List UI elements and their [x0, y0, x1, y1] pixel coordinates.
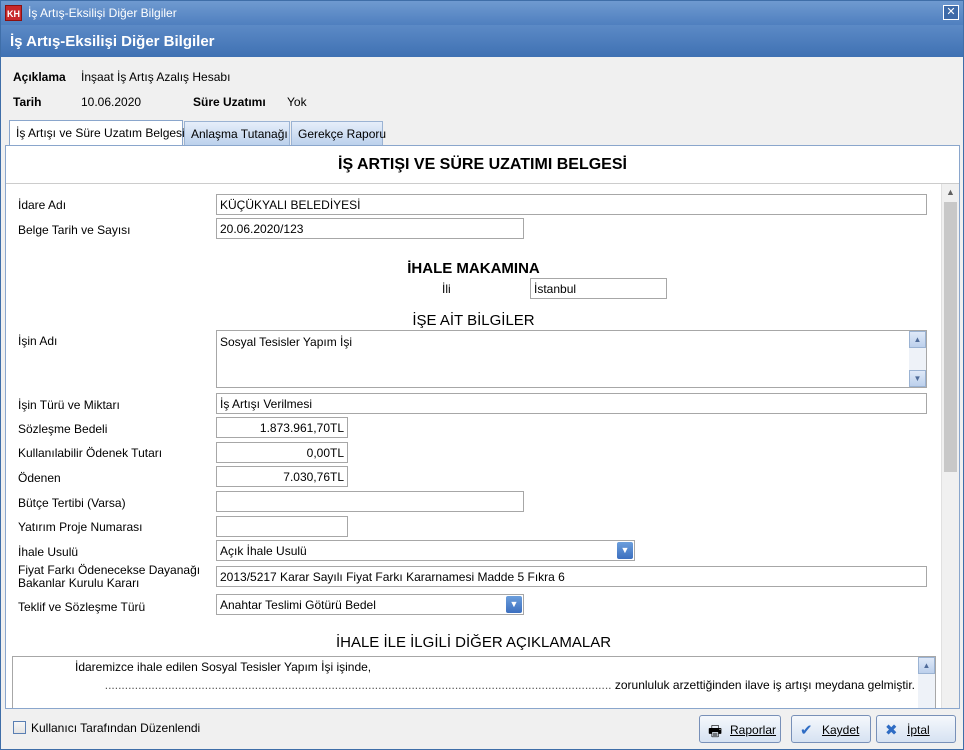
fiyat-farki-input[interactable]: 2013/5217 Karar Sayılı Fiyat Farkı Karar… [216, 566, 927, 587]
tarih-label: Tarih [13, 95, 42, 109]
diger-aciklamalar-textarea[interactable]: İdaremizce ihale edilen Sosyal Tesisler … [12, 656, 936, 708]
title-bar: KH İş Artış-Eksilişi Diğer Bilgiler ✕ [1, 1, 963, 25]
idare-adi-label: İdare Adı [18, 198, 67, 212]
form-scrollbar[interactable]: ▲ [941, 184, 959, 708]
diger-aciklamalar-heading: İHALE İLE İLGİLİ DİĞER AÇIKLAMALAR [335, 634, 612, 651]
chevron-down-icon[interactable]: ▼ [506, 596, 522, 613]
odenek-label: Kullanılabilir Ödenek Tutarı [18, 446, 163, 460]
edited-checkbox[interactable] [13, 721, 26, 734]
raporlar-button[interactable]: 🖶 Raporlar [699, 715, 781, 743]
tarih-value: 10.06.2020 [81, 95, 142, 109]
ihale-usulu-value: Açık İhale Usulü [220, 544, 307, 558]
scroll-down-icon[interactable]: ▼ [909, 370, 926, 387]
scroll-up-icon[interactable]: ▲ [918, 657, 935, 674]
isin-turu-label: İşin Türü ve Miktarı [18, 398, 120, 412]
chevron-down-icon[interactable]: ▼ [617, 542, 633, 559]
kaydet-label: Kaydet [822, 723, 860, 737]
fiyat-farki-label: Fiyat Farkı Ödenecekse Dayanağı Bakanlar… [18, 564, 200, 590]
sure-uzatimi-value: Yok [287, 95, 307, 109]
form-scroll-area: İdare Adı KÜÇÜKYALI BELEDİYESİ Belge Tar… [6, 184, 941, 708]
teklif-label: Teklif ve Sözleşme Türü [18, 600, 146, 614]
isin-adi-text: Sosyal Tesisler Yapım İşi [220, 335, 353, 349]
raporlar-label: Raporlar [730, 723, 777, 737]
odenen-label: Ödenen [18, 471, 61, 485]
tab-gerekce-raporu[interactable]: Gerekçe Raporu [291, 121, 386, 145]
idare-adi-input[interactable]: KÜÇÜKYALI BELEDİYESİ [216, 194, 927, 215]
ili-input[interactable]: İstanbul [530, 278, 667, 299]
aciklama-label: Açıklama [13, 70, 66, 84]
belge-input[interactable]: 20.06.2020/123 [216, 218, 524, 239]
diger-scrollbar[interactable]: ▲ [918, 657, 935, 708]
printer-icon: 🖶 [708, 723, 723, 740]
page-title: İş Artış-Eksilişi Diğer Bilgiler [1, 25, 963, 57]
ise-ait-heading: İŞE AİT BİLGİLER [412, 312, 535, 329]
odenek-input[interactable]: 0,00TL [216, 442, 348, 463]
diger-line-2-row: ........................................… [19, 678, 915, 692]
butce-input[interactable] [216, 491, 524, 512]
form-title: İŞ ARTIŞI VE SÜRE UZATIMI BELGESİ [6, 146, 959, 184]
edited-checkbox-label: Kullanıcı Tarafından Düzenlendi [31, 721, 201, 735]
scroll-thumb[interactable] [944, 202, 957, 472]
butce-label: Bütçe Tertibi (Varsa) [18, 496, 126, 510]
scroll-up-icon[interactable]: ▲ [909, 331, 926, 348]
tab-panel: İŞ ARTIŞI VE SÜRE UZATIMI BELGESİ İdare … [5, 145, 960, 709]
ihale-usulu-label: İhale Usulü [18, 545, 79, 559]
yatirim-input[interactable] [216, 516, 348, 537]
iptal-button[interactable]: ✖ İptal [876, 715, 956, 743]
dialog-window: KH İş Artış-Eksilişi Diğer Bilgiler ✕ İş… [0, 0, 964, 750]
window-title: İş Artış-Eksilişi Diğer Bilgiler [28, 6, 177, 20]
diger-line-2: zorunluluk arzettiğinden ilave iş artışı… [614, 678, 915, 692]
app-icon: KH [5, 5, 22, 21]
isin-adi-label: İşin Adı [18, 334, 58, 348]
sure-uzatimi-label: Süre Uzatımı [193, 95, 266, 109]
isin-adi-textarea[interactable]: Sosyal Tesisler Yapım İşi ▲ ▼ [216, 330, 927, 388]
yatirim-label: Yatırım Proje Numarası [18, 520, 143, 534]
close-icon[interactable]: ✕ [943, 5, 959, 20]
kaydet-button[interactable]: ✔ Kaydet [791, 715, 871, 743]
cancel-icon: ✖ [885, 722, 898, 739]
teklif-select[interactable]: Anahtar Teslimi Götürü Bedel ▼ [216, 594, 524, 615]
ili-label: İli [442, 282, 451, 296]
iptal-label: İptal [907, 723, 930, 737]
teklif-value: Anahtar Teslimi Götürü Bedel [220, 598, 376, 612]
tab-anlasma-tutanagi[interactable]: Anlaşma Tutanağı [184, 121, 290, 145]
sozlesme-bedeli-input[interactable]: 1.873.961,70TL [216, 417, 348, 438]
belge-label: Belge Tarih ve Sayısı [18, 223, 131, 237]
dotted-leader: ........................................… [104, 678, 612, 692]
odenen-input[interactable]: 7.030,76TL [216, 466, 348, 487]
aciklama-value: İnşaat İş Artış Azalış Hesabı [81, 70, 231, 84]
tab-is-artisi[interactable]: İş Artışı ve Süre Uzatım Belgesi [9, 120, 185, 146]
sozlesme-bedeli-label: Sözleşme Bedeli [18, 422, 108, 436]
diger-line-1: İdaremizce ihale edilen Sosyal Tesisler … [75, 660, 372, 674]
scroll-up-icon[interactable]: ▲ [946, 187, 955, 197]
ihale-usulu-select[interactable]: Açık İhale Usulü ▼ [216, 540, 635, 561]
isin-turu-input[interactable]: İş Artışı Verilmesi [216, 393, 927, 414]
isin-adi-scrollbar[interactable]: ▲ ▼ [909, 331, 926, 387]
fiyat-farki-label-line2: Bakanlar Kurulu Kararı [18, 576, 140, 590]
footer-bar: Kullanıcı Tarafından Düzenlendi 🖶 Raporl… [1, 709, 963, 749]
checkmark-icon: ✔ [800, 722, 813, 739]
ihale-makamina-heading: İHALE MAKAMINA [407, 260, 540, 277]
